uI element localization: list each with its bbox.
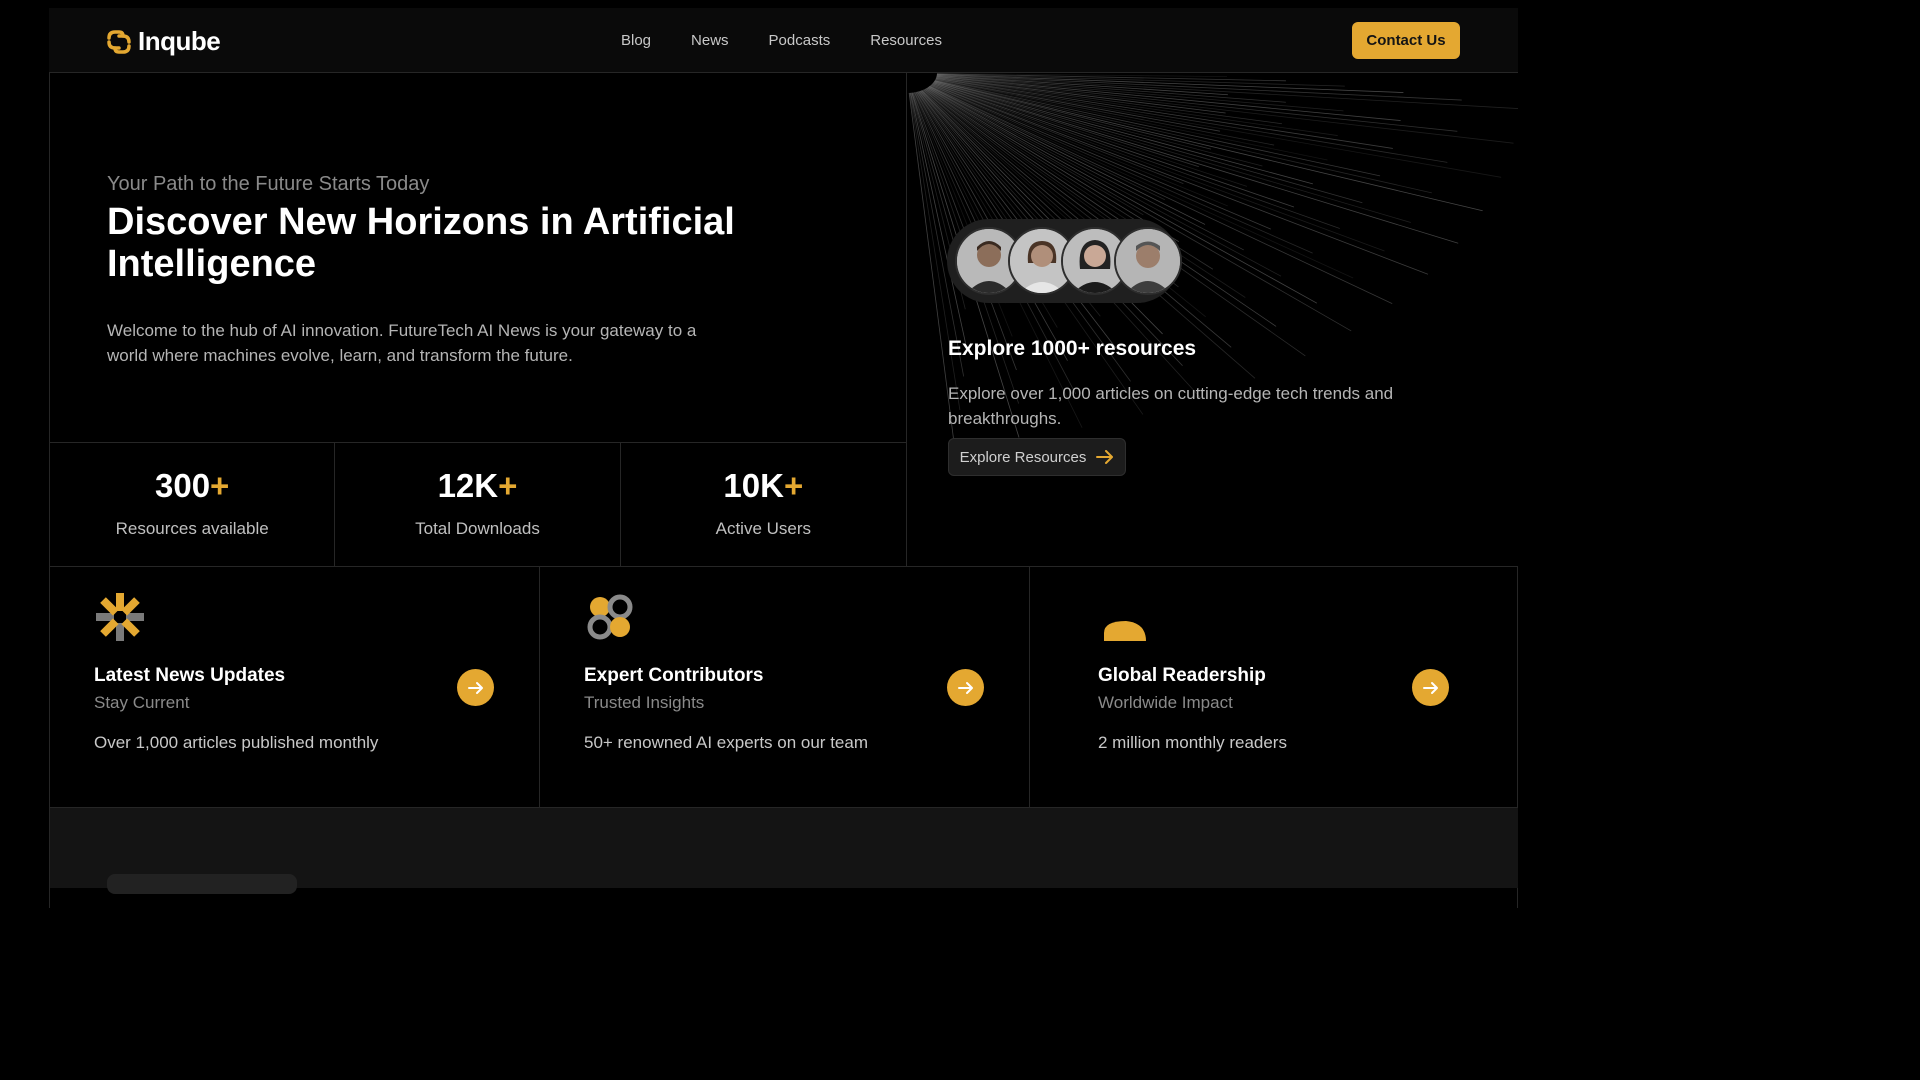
section-badge <box>107 874 297 894</box>
stat-users: 10K+ Active Users <box>621 443 906 566</box>
arrow-right-icon <box>467 681 483 694</box>
stat-label: Total Downloads <box>415 519 540 538</box>
feature-arrow-button[interactable] <box>1412 669 1449 706</box>
contact-us-button[interactable]: Contact Us <box>1352 22 1460 59</box>
brand-name: Inqube <box>138 26 221 56</box>
stats-row: 300+ Resources available 12K+ Total Down… <box>50 443 906 567</box>
nav-link-news[interactable]: News <box>691 32 729 49</box>
feature-title: Global Readership <box>1098 665 1266 686</box>
logo-icon <box>107 29 131 54</box>
feature-arrow-button[interactable] <box>457 669 494 706</box>
hero-title: Discover New Horizons in Artificial Inte… <box>107 201 735 285</box>
nav-link-resources[interactable]: Resources <box>870 32 942 49</box>
feature-title: Expert Contributors <box>584 665 764 686</box>
top-navbar: Inqube Blog News Podcasts Resources Cont… <box>49 8 1518 73</box>
feature-card-experts: Expert Contributors Trusted Insights 50+… <box>540 567 1030 807</box>
brand-logo[interactable]: Inqube <box>106 26 221 57</box>
explore-description: Explore over 1,000 articles on cutting-e… <box>948 384 1394 428</box>
nav-links: Blog News Podcasts Resources <box>621 32 982 49</box>
hero-section: Your Path to the Future Starts Today Dis… <box>50 73 906 443</box>
avatar-group <box>947 219 1182 303</box>
feature-title: Latest News Updates <box>94 665 286 686</box>
features-row: Latest News Updates Stay Current Over 1,… <box>50 567 1518 808</box>
feature-card-news: Latest News Updates Stay Current Over 1,… <box>50 567 540 807</box>
nav-link-blog[interactable]: Blog <box>621 32 651 49</box>
feature-subtitle: Stay Current <box>94 693 190 712</box>
arrow-right-icon <box>1422 681 1438 694</box>
hero-description: Welcome to the hub of AI innovation. Fut… <box>107 321 697 365</box>
stat-label: Resources available <box>115 519 269 538</box>
feature-arrow-button[interactable] <box>947 669 984 706</box>
explore-title: Explore 1000+ resources <box>948 337 1197 360</box>
explore-panel: Explore 1000+ resources Explore over 1,0… <box>906 73 1518 567</box>
explore-resources-button[interactable]: Explore Resources <box>948 438 1126 476</box>
feature-description: 50+ renowned AI experts on our team <box>584 733 868 752</box>
half-circle-icon <box>1104 621 1146 641</box>
feature-subtitle: Trusted Insights <box>584 693 705 712</box>
feature-card-readership: Global Readership Worldwide Impact 2 mil… <box>1030 567 1518 807</box>
avatar <box>1114 227 1182 295</box>
light-rays-background <box>908 73 1518 444</box>
nav-link-podcasts[interactable]: Podcasts <box>769 32 831 49</box>
clover-icon <box>587 594 633 640</box>
stat-downloads: 12K+ Total Downloads <box>335 443 621 566</box>
feature-description: 2 million monthly readers <box>1098 733 1287 752</box>
feature-subtitle: Worldwide Impact <box>1098 693 1233 712</box>
arrow-right-icon <box>957 681 973 694</box>
stat-value: 300+ <box>154 467 230 504</box>
stat-label: Active Users <box>715 519 812 538</box>
stat-value: 12K+ <box>437 467 518 504</box>
asterisk-icon <box>96 593 144 641</box>
next-section <box>50 808 1518 894</box>
arrow-right-icon <box>1096 450 1114 464</box>
stat-resources: 300+ Resources available <box>50 443 336 566</box>
feature-description: Over 1,000 articles published monthly <box>94 733 379 752</box>
explore-button-label: Explore Resources <box>959 448 1087 466</box>
hero-tagline: Your Path to the Future Starts Today <box>107 173 430 195</box>
stat-value: 10K+ <box>723 467 804 504</box>
